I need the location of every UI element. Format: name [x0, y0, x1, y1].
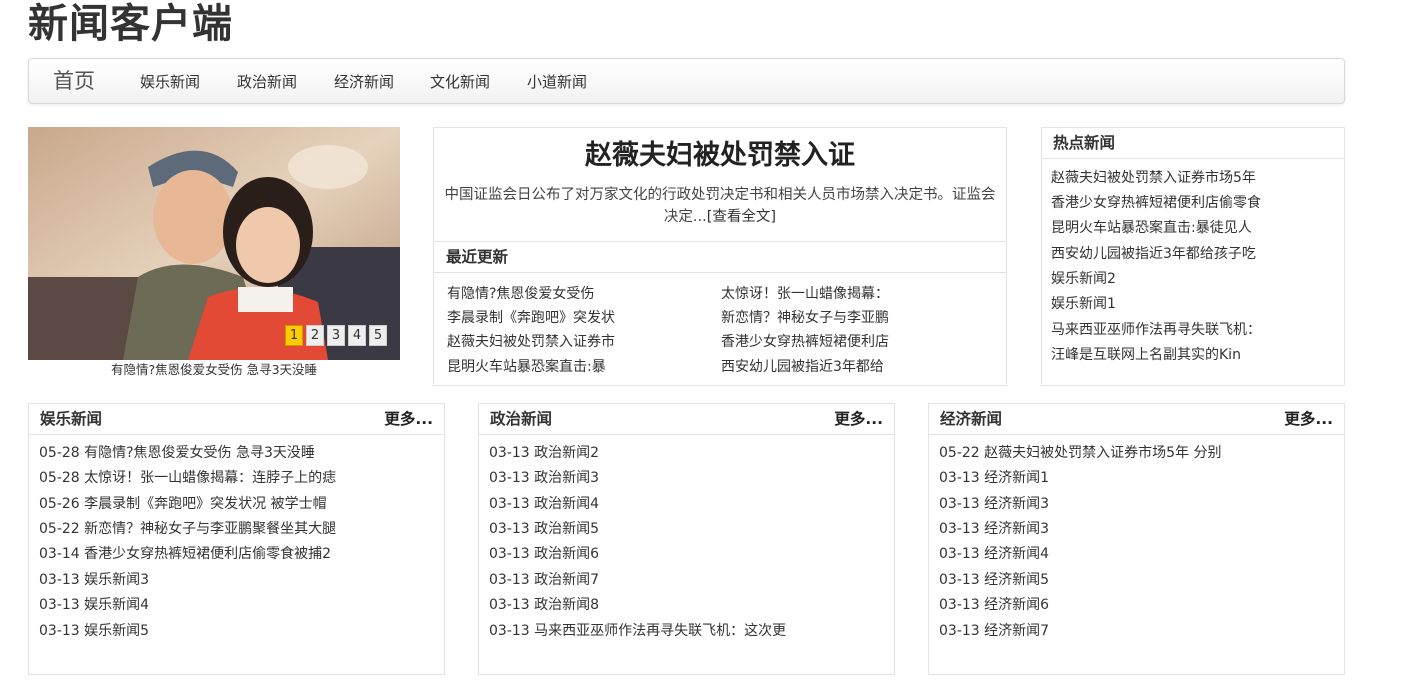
category-news-link[interactable]: 03-13 政治新闻3: [489, 468, 599, 488]
category-news-link[interactable]: 03-13 政治新闻4: [489, 494, 599, 514]
category-panel-economy: 经济新闻 更多... 05-22 赵薇夫妇被处罚禁入证券市场5年 分别 03-1…: [928, 403, 1345, 675]
slider-page-2[interactable]: 2: [306, 325, 324, 346]
category-more-link[interactable]: 更多...: [834, 409, 883, 429]
feature-headline[interactable]: 赵薇夫妇被处罚禁入证: [434, 138, 1006, 174]
category-news-link[interactable]: 03-13 经济新闻4: [939, 544, 1049, 564]
category-title: 经济新闻: [940, 410, 1003, 428]
read-more-link[interactable]: [查看全文]: [707, 209, 776, 225]
recent-link[interactable]: 昆明火车站暴恐案直击:暴: [447, 357, 606, 377]
recent-link[interactable]: 太惊讶！张一山蜡像揭幕：: [721, 284, 889, 304]
hot-news-link[interactable]: 娱乐新闻1: [1051, 294, 1116, 314]
nav-item-politics[interactable]: 政治新闻: [237, 72, 297, 92]
nav-item-gossip[interactable]: 小道新闻: [527, 72, 587, 92]
category-more-link[interactable]: 更多...: [384, 409, 433, 429]
hot-news-link[interactable]: 汪峰是互联网上名副其实的Kin: [1051, 345, 1241, 365]
category-news-link[interactable]: 03-13 经济新闻6: [939, 595, 1049, 615]
recent-link[interactable]: 赵薇夫妇被处罚禁入证券市: [447, 332, 615, 352]
slider-caption[interactable]: 有隐情?焦恩俊爱女受伤 急寻3天没睡: [28, 362, 400, 378]
category-title: 娱乐新闻: [40, 410, 103, 428]
category-panel-politics: 政治新闻 更多... 03-13 政治新闻2 03-13 政治新闻3 03-13…: [478, 403, 895, 675]
hot-news-link[interactable]: 马来西亚巫师作法再寻失联飞机：: [1051, 320, 1261, 340]
nav-item-entertainment[interactable]: 娱乐新闻: [140, 72, 200, 92]
category-header: 娱乐新闻 更多...: [29, 404, 444, 435]
slider-page-4[interactable]: 4: [348, 325, 366, 346]
category-news-link[interactable]: 03-13 娱乐新闻3: [39, 570, 149, 590]
category-news-link[interactable]: 05-28 太惊讶！张一山蜡像揭幕：连脖子上的痣: [39, 468, 336, 488]
slider-page-1[interactable]: 1: [285, 325, 303, 346]
hot-news-header: 热点新闻: [1042, 128, 1344, 159]
category-news-link[interactable]: 03-13 经济新闻5: [939, 570, 1049, 590]
category-news-link[interactable]: 05-28 有隐情?焦恩俊爱女受伤 急寻3天没睡: [39, 443, 315, 463]
category-news-link[interactable]: 03-13 经济新闻1: [939, 468, 1049, 488]
category-header: 经济新闻 更多...: [929, 404, 1344, 435]
category-news-link[interactable]: 03-13 经济新闻7: [939, 621, 1049, 641]
category-news-link[interactable]: 03-13 政治新闻6: [489, 544, 599, 564]
slider-pagination: 1 2 3 4 5: [285, 325, 390, 346]
category-header: 政治新闻 更多...: [479, 404, 894, 435]
category-news-link[interactable]: 03-13 政治新闻7: [489, 570, 599, 590]
recent-link[interactable]: 香港少女穿热裤短裙便利店: [721, 332, 889, 352]
top-navbar: 首页 娱乐新闻 政治新闻 经济新闻 文化新闻 小道新闻: [28, 58, 1345, 104]
hot-news-link[interactable]: 香港少女穿热裤短裙便利店偷零食: [1051, 193, 1261, 213]
slider-page-5[interactable]: 5: [369, 325, 387, 346]
hot-news-link[interactable]: 赵薇夫妇被处罚禁入证券市场5年: [1051, 168, 1256, 188]
recent-link[interactable]: 新恋情？神秘女子与李亚鹏: [721, 308, 889, 328]
category-news-link[interactable]: 03-13 经济新闻3: [939, 494, 1049, 514]
hot-news-panel: 热点新闻 赵薇夫妇被处罚禁入证券市场5年 香港少女穿热裤短裙便利店偷零食 昆明火…: [1041, 127, 1345, 386]
nav-item-culture[interactable]: 文化新闻: [430, 72, 490, 92]
feature-panel: 赵薇夫妇被处罚禁入证 中国证监会日公布了对万家文化的行政处罚决定书和相关人员市场…: [433, 127, 1007, 386]
slider-page-3[interactable]: 3: [327, 325, 345, 346]
category-more-link[interactable]: 更多...: [1284, 409, 1333, 429]
recent-title: 最近更新: [446, 248, 509, 266]
hot-news-link[interactable]: 娱乐新闻2: [1051, 269, 1116, 289]
hot-news-link[interactable]: 西安幼儿园被指近3年都给孩子吃: [1051, 244, 1256, 264]
site-title: 新闻客户端: [28, 1, 233, 47]
category-news-link[interactable]: 03-14 香港少女穿热裤短裙便利店偷零食被捕2: [39, 544, 331, 564]
category-news-link[interactable]: 03-13 政治新闻8: [489, 595, 599, 615]
image-slider[interactable]: 1 2 3 4 5: [28, 127, 400, 360]
recent-header: 最近更新: [434, 241, 1006, 273]
feature-summary: 中国证监会日公布了对万家文化的行政处罚决定书和相关人员市场禁入决定书。证监会决定…: [442, 184, 998, 228]
category-news-link[interactable]: 03-13 政治新闻5: [489, 519, 599, 539]
recent-link[interactable]: 李晨录制《奔跑吧》突发状: [447, 308, 615, 328]
category-news-link[interactable]: 05-22 新恋情？神秘女子与李亚鹏聚餐坐其大腿: [39, 519, 336, 539]
category-news-link[interactable]: 05-22 赵薇夫妇被处罚禁入证券市场5年 分别: [939, 443, 1222, 463]
category-news-link[interactable]: 03-13 娱乐新闻5: [39, 621, 149, 641]
hot-news-link[interactable]: 昆明火车站暴恐案直击:暴徒见人: [1051, 218, 1252, 238]
category-news-link[interactable]: 03-13 马来西亚巫师作法再寻失联飞机：这次更: [489, 621, 786, 641]
category-news-link[interactable]: 03-13 经济新闻3: [939, 519, 1049, 539]
category-news-link[interactable]: 03-13 娱乐新闻4: [39, 595, 149, 615]
category-news-link[interactable]: 05-26 李晨录制《奔跑吧》突发状况 被学士帽: [39, 494, 327, 514]
recent-link[interactable]: 有隐情?焦恩俊爱女受伤: [447, 284, 594, 304]
nav-item-economy[interactable]: 经济新闻: [334, 72, 394, 92]
recent-link[interactable]: 西安幼儿园被指近3年都给: [721, 357, 884, 377]
hot-news-title: 热点新闻: [1053, 134, 1116, 152]
nav-home-link[interactable]: 首页: [53, 67, 95, 95]
category-title: 政治新闻: [490, 410, 553, 428]
category-panel-entertainment: 娱乐新闻 更多... 05-28 有隐情?焦恩俊爱女受伤 急寻3天没睡 05-2…: [28, 403, 445, 675]
category-news-link[interactable]: 03-13 政治新闻2: [489, 443, 599, 463]
